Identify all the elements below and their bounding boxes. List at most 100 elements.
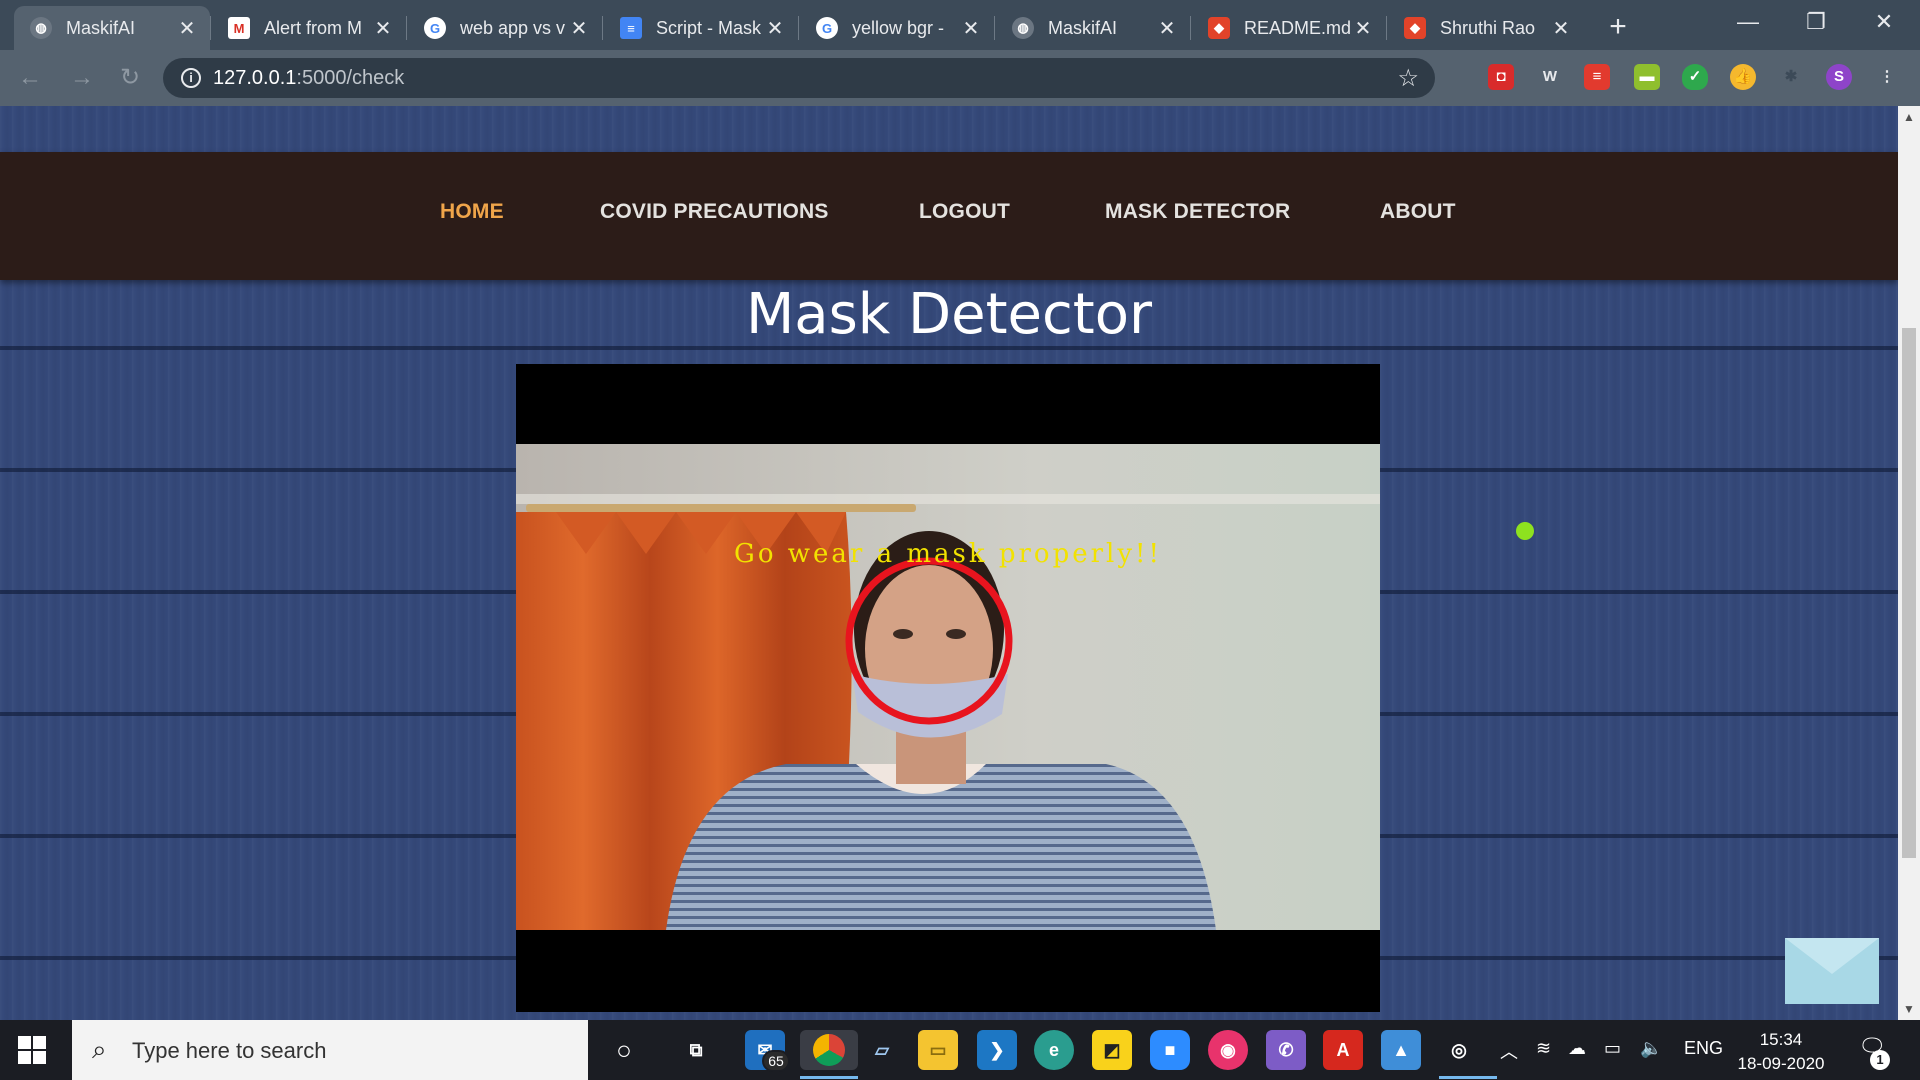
nav-logout[interactable]: LOGOUT <box>919 200 1010 224</box>
reload-icon[interactable]: ↻ <box>114 62 146 94</box>
google-icon: G <box>816 17 838 39</box>
obs-active-indicator <box>1439 1076 1497 1079</box>
close-icon[interactable]: ✕ <box>570 16 588 41</box>
new-tab-button[interactable]: + <box>1600 10 1636 46</box>
language-indicator[interactable]: ENG <box>1684 1038 1723 1059</box>
browser-toolbar: ← → ↻ i 127.0.0.1:5000/check ☆ ◘ W ≡ ▬ ✓… <box>0 50 1920 106</box>
scroll-down-arrow-icon[interactable]: ▼ <box>1903 1002 1915 1016</box>
tab-separator <box>210 16 211 40</box>
windows-taskbar: ⌕ Type here to search ○ ⧉ ✉ 65 ▱ ▭ ❯ e ◩… <box>0 1020 1920 1080</box>
page-scrollbar[interactable]: ▲ ▼ <box>1898 106 1920 1020</box>
bookmark-star-icon[interactable]: ☆ <box>1397 64 1419 93</box>
tab-title: MaskifAI <box>1048 17 1118 38</box>
wifi-icon[interactable]: ≋ <box>1536 1038 1551 1059</box>
search-placeholder: Type here to search <box>132 1038 327 1063</box>
back-arrow-icon[interactable]: ← <box>14 62 46 94</box>
url-path: :5000/check <box>296 67 405 89</box>
tab-shruthi-rao[interactable]: ◆ Shruthi Rao ✕ <box>1388 6 1584 50</box>
tab-yellow-bgr[interactable]: G yellow bgr - ✕ <box>800 6 994 50</box>
nav-home[interactable]: HOME <box>440 200 504 224</box>
close-icon[interactable]: ✕ <box>1158 16 1176 41</box>
clock-time: 15:34 <box>1759 1030 1803 1049</box>
chrome-icon[interactable] <box>800 1030 858 1070</box>
docs-icon: ≡ <box>620 17 642 39</box>
tab-title: MaskifAI <box>66 17 136 38</box>
browser-tab-strip: ◍ MaskifAI ✕ M Alert from M ✕ G web app … <box>0 0 1920 50</box>
taskbar-clock[interactable]: 15:34 18-09-2020 <box>1736 1028 1826 1076</box>
whatsapp-icon[interactable]: ✆ <box>1266 1030 1306 1070</box>
shield-extension-icon[interactable]: ✓ <box>1682 64 1708 90</box>
tab-maskifai-2[interactable]: ◍ MaskifAI ✕ <box>996 6 1190 50</box>
sticky-notes-icon[interactable]: ◩ <box>1092 1030 1132 1070</box>
restore-icon[interactable]: ❐ <box>1782 0 1850 44</box>
nav-about[interactable]: ABOUT <box>1380 200 1456 224</box>
volume-icon[interactable]: 🔈 <box>1640 1038 1662 1059</box>
battery-icon[interactable]: ▭ <box>1604 1038 1621 1059</box>
photos-icon[interactable]: ▲ <box>1381 1030 1421 1070</box>
acrobat-icon[interactable]: A <box>1323 1030 1363 1070</box>
record-app-icon[interactable]: ◉ <box>1208 1030 1248 1070</box>
tab-separator <box>798 16 799 40</box>
google-icon: G <box>424 17 446 39</box>
minimize-icon[interactable]: — <box>1714 0 1782 44</box>
tab-maskifai[interactable]: ◍ MaskifAI ✕ <box>14 6 210 50</box>
tab-separator <box>1190 16 1191 40</box>
tab-script-mask[interactable]: ≡ Script - Mask ✕ <box>604 6 798 50</box>
gitlab-icon: ◆ <box>1208 17 1230 39</box>
cortana-icon[interactable]: ○ <box>604 1030 644 1070</box>
nav-mask-detector[interactable]: MASK DETECTOR <box>1105 200 1290 224</box>
status-dot <box>1516 522 1534 540</box>
page-title: Mask Detector <box>745 282 1153 347</box>
window-close-icon[interactable]: ✕ <box>1850 0 1918 44</box>
tab-separator <box>994 16 995 40</box>
mail-badge: 65 <box>762 1050 790 1072</box>
profile-avatar[interactable]: S <box>1826 64 1852 90</box>
menu-kebab-icon[interactable]: ⋮ <box>1874 64 1900 90</box>
tab-title: web app vs v <box>460 17 566 38</box>
vscode-icon[interactable]: ❯ <box>977 1030 1017 1070</box>
obs-icon[interactable]: ◎ <box>1439 1030 1479 1070</box>
tab-readme[interactable]: ◆ README.md ✕ <box>1192 6 1386 50</box>
mask-warning-text: Go wear a mask properly!! <box>734 539 1162 569</box>
close-icon[interactable]: ✕ <box>178 16 196 41</box>
site-navbar: HOME COVID PRECAUTIONS LOGOUT MASK DETEC… <box>0 152 1898 280</box>
envelope-icon[interactable] <box>1785 938 1879 1004</box>
emoji-extension-icon[interactable]: ▬ <box>1634 64 1660 90</box>
tab-alert-from-m[interactable]: M Alert from M ✕ <box>212 6 406 50</box>
url-text[interactable]: 127.0.0.1:5000/check <box>213 67 404 90</box>
thumbs-up-extension-icon[interactable]: 👍 <box>1730 64 1756 90</box>
notification-count-badge: 1 <box>1870 1050 1890 1070</box>
close-icon[interactable]: ✕ <box>374 16 392 41</box>
scrollbar-thumb[interactable] <box>1902 328 1916 858</box>
onedrive-cloud-icon[interactable]: ☁ <box>1568 1038 1586 1059</box>
clock-date: 18-09-2020 <box>1737 1054 1825 1073</box>
address-bar[interactable]: i 127.0.0.1:5000/check ☆ <box>163 58 1435 98</box>
info-icon[interactable]: i <box>181 68 201 88</box>
scroll-up-arrow-icon[interactable]: ▲ <box>1903 110 1915 124</box>
globe-icon: ◍ <box>30 17 52 39</box>
puzzle-extension-icon[interactable]: ✱ <box>1778 64 1804 90</box>
close-icon[interactable]: ✕ <box>962 16 980 41</box>
page-viewport: HOME COVID PRECAUTIONS LOGOUT MASK DETEC… <box>0 106 1898 1020</box>
laptop-app-icon[interactable]: ▱ <box>862 1030 902 1070</box>
task-view-icon[interactable]: ⧉ <box>676 1030 716 1070</box>
windows-start-icon[interactable] <box>18 1036 46 1064</box>
close-icon[interactable]: ✕ <box>1354 16 1372 41</box>
zoom-icon[interactable]: ■ <box>1150 1030 1190 1070</box>
tray-chevron-up-icon[interactable]: ︿ <box>1500 1038 1518 1064</box>
forward-arrow-icon[interactable]: → <box>66 62 98 94</box>
taskbar-search-box[interactable]: ⌕ Type here to search <box>72 1020 588 1080</box>
tab-title: Script - Mask <box>656 17 762 38</box>
file-explorer-icon[interactable]: ▭ <box>918 1030 958 1070</box>
tab-title: Alert from M <box>264 17 363 38</box>
edge-icon[interactable]: e <box>1034 1030 1074 1070</box>
nav-covid-precautions[interactable]: COVID PRECAUTIONS <box>600 200 829 224</box>
tab-title: README.md <box>1244 17 1352 38</box>
pocket-extension-icon[interactable]: ◘ <box>1488 64 1514 90</box>
tab-web-app[interactable]: G web app vs v ✕ <box>408 6 602 50</box>
webcam-video-feed: Go wear a mask properly!! <box>516 364 1380 1012</box>
w-extension-icon[interactable]: W <box>1537 64 1563 90</box>
todoist-extension-icon[interactable]: ≡ <box>1584 64 1610 90</box>
close-icon[interactable]: ✕ <box>1552 16 1570 41</box>
close-icon[interactable]: ✕ <box>766 16 784 41</box>
